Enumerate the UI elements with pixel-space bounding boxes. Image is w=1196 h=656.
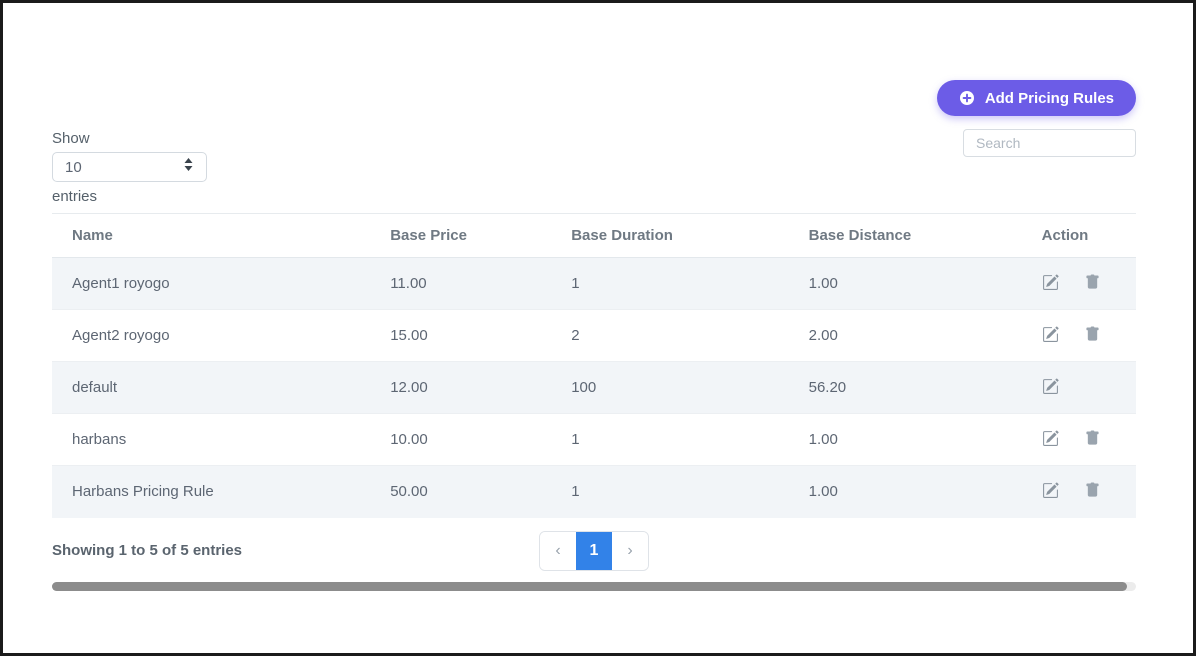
cell-base-distance: 1.00 xyxy=(809,466,1042,518)
cell-base-duration: 1 xyxy=(571,414,808,466)
entries-select-value: 10 xyxy=(65,159,82,176)
delete-button[interactable] xyxy=(1085,430,1100,449)
cell-actions xyxy=(1042,310,1136,362)
edit-icon xyxy=(1042,383,1059,398)
edit-icon xyxy=(1042,279,1059,294)
pagination-prev-button[interactable]: ‹ xyxy=(540,532,576,570)
show-label: Show xyxy=(52,130,207,147)
cell-name: harbans xyxy=(52,414,390,466)
delete-button[interactable] xyxy=(1085,482,1100,501)
cell-base-duration: 2 xyxy=(571,310,808,362)
entries-select[interactable]: 10 xyxy=(52,152,207,182)
cell-base-distance: 1.00 xyxy=(809,414,1042,466)
page-length-control: Show 10 entries xyxy=(52,130,207,205)
edit-button[interactable] xyxy=(1042,326,1059,346)
edit-button[interactable] xyxy=(1042,430,1059,450)
column-header-base-price: Base Price xyxy=(390,214,571,258)
edit-icon xyxy=(1042,435,1059,450)
add-pricing-rules-button[interactable]: Add Pricing Rules xyxy=(937,80,1136,116)
delete-button[interactable] xyxy=(1085,274,1100,293)
pagination-page-1-button[interactable]: 1 xyxy=(576,532,612,570)
cell-base-price: 50.00 xyxy=(390,466,571,518)
page-content: Show 10 entries xyxy=(3,3,1193,591)
pagination-next-button[interactable]: › xyxy=(612,532,648,570)
entries-label: entries xyxy=(52,188,207,205)
cell-base-distance: 1.00 xyxy=(809,258,1042,310)
pricing-rules-page: Show 10 entries xyxy=(0,0,1196,656)
cell-actions xyxy=(1042,362,1136,414)
pricing-rules-table: Name Base Price Base Duration Base Dista… xyxy=(52,213,1136,518)
cell-base-duration: 1 xyxy=(571,466,808,518)
edit-icon xyxy=(1042,331,1059,346)
right-controls: Add Pricing Rules xyxy=(937,80,1136,157)
cell-base-price: 12.00 xyxy=(390,362,571,414)
edit-icon xyxy=(1042,487,1059,502)
cell-actions xyxy=(1042,466,1136,518)
column-header-base-distance: Base Distance xyxy=(809,214,1042,258)
table-body: Agent1 royogo 11.00 1 1.00 Agent2 royogo… xyxy=(52,258,1136,518)
table-row: harbans 10.00 1 1.00 xyxy=(52,414,1136,466)
edit-button[interactable] xyxy=(1042,378,1059,398)
chevron-left-icon: ‹ xyxy=(555,542,560,560)
search-input[interactable] xyxy=(963,129,1136,157)
cell-name: Agent1 royogo xyxy=(52,258,390,310)
cell-name: Agent2 royogo xyxy=(52,310,390,362)
table-row: Agent1 royogo 11.00 1 1.00 xyxy=(52,258,1136,310)
cell-base-price: 15.00 xyxy=(390,310,571,362)
footer-center: ‹ 1 › xyxy=(413,531,774,571)
chevron-right-icon: › xyxy=(627,542,632,560)
trash-icon xyxy=(1085,434,1100,449)
cell-base-duration: 100 xyxy=(571,362,808,414)
cell-base-duration: 1 xyxy=(571,258,808,310)
cell-base-price: 11.00 xyxy=(390,258,571,310)
cell-actions xyxy=(1042,414,1136,466)
horizontal-scrollbar-track[interactable] xyxy=(52,582,1136,591)
footer-left: Showing 1 to 5 of 5 entries xyxy=(52,542,413,559)
edit-button[interactable] xyxy=(1042,274,1059,294)
column-header-name: Name xyxy=(52,214,390,258)
table-row: Agent2 royogo 15.00 2 2.00 xyxy=(52,310,1136,362)
entries-summary: Showing 1 to 5 of 5 entries xyxy=(52,542,242,559)
cell-base-distance: 2.00 xyxy=(809,310,1042,362)
table-controls: Show 10 entries xyxy=(52,80,1136,205)
cell-name: default xyxy=(52,362,390,414)
add-pricing-rules-label: Add Pricing Rules xyxy=(985,90,1114,107)
trash-icon xyxy=(1085,330,1100,345)
delete-button[interactable] xyxy=(1085,326,1100,345)
pagination: ‹ 1 › xyxy=(539,531,649,571)
horizontal-scrollbar-thumb[interactable] xyxy=(52,582,1127,591)
cell-name: Harbans Pricing Rule xyxy=(52,466,390,518)
column-header-action: Action xyxy=(1042,214,1136,258)
plus-circle-icon xyxy=(959,90,975,106)
column-header-base-duration: Base Duration xyxy=(571,214,808,258)
table-row: default 12.00 100 56.20 xyxy=(52,362,1136,414)
trash-icon xyxy=(1085,486,1100,501)
table-header: Name Base Price Base Duration Base Dista… xyxy=(52,214,1136,258)
table-row: Harbans Pricing Rule 50.00 1 1.00 xyxy=(52,466,1136,518)
trash-icon xyxy=(1085,278,1100,293)
select-arrows-icon xyxy=(183,157,194,177)
cell-base-distance: 56.20 xyxy=(809,362,1042,414)
edit-button[interactable] xyxy=(1042,482,1059,502)
table-footer: Showing 1 to 5 of 5 entries ‹ 1 › xyxy=(52,531,1136,571)
cell-actions xyxy=(1042,258,1136,310)
cell-base-price: 10.00 xyxy=(390,414,571,466)
